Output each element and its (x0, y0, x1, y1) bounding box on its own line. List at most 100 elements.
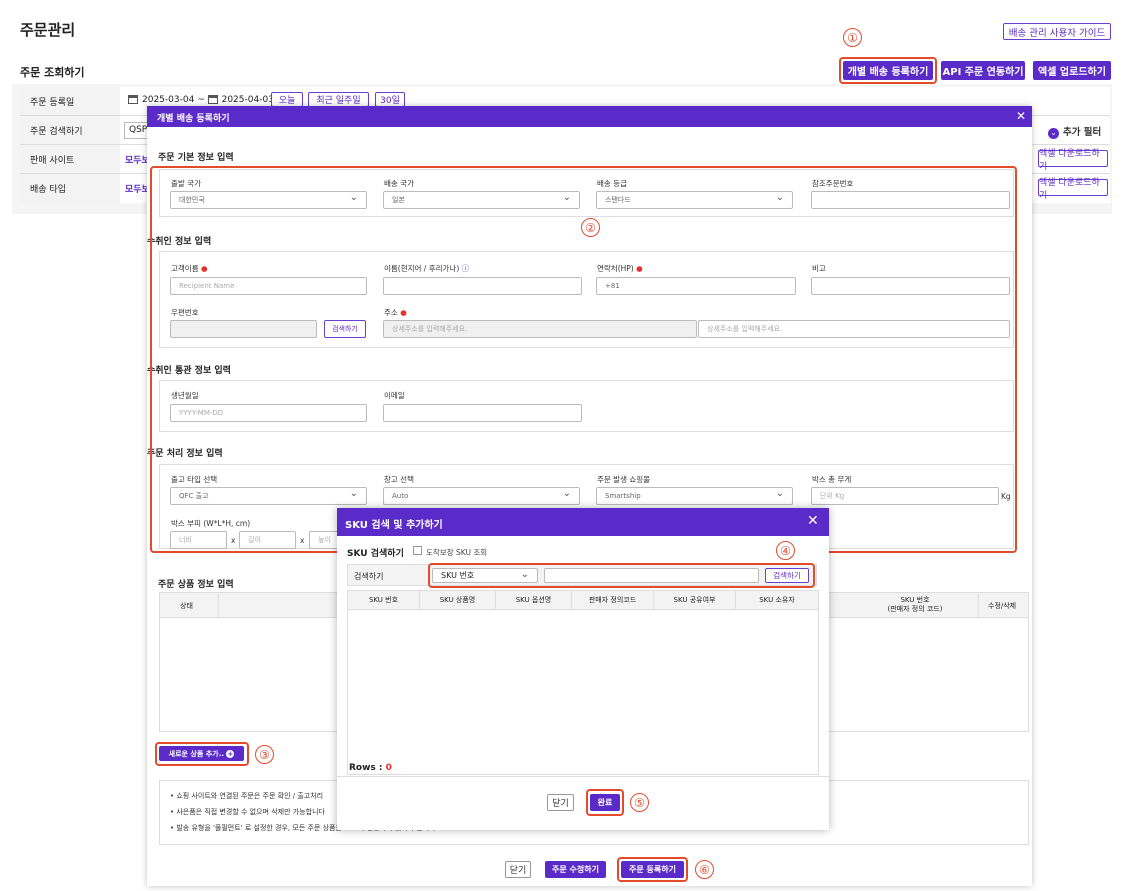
origin-select[interactable]: 대한민국 (170, 191, 367, 209)
weight-label: 박스 총 무게 (812, 475, 852, 484)
phone-input[interactable]: +81 (596, 277, 796, 295)
download-button[interactable]: 엑셀 다운로드하기 (1038, 178, 1108, 201)
out-type-select[interactable]: QFC 출고 (170, 487, 367, 505)
memo-input[interactable] (811, 277, 1010, 295)
search-label: 주문 검색하기 (20, 116, 120, 144)
products-section-title: 주문 상품 정보 입력 (158, 580, 234, 590)
x-sep: x (300, 536, 305, 545)
chevron-down-icon: ⌄ (1048, 128, 1059, 139)
grade-select[interactable]: 스탠다드 (596, 191, 793, 209)
sku-col-owner: SKU 소유자 (759, 596, 795, 604)
note-2: • 사은품은 직접 변경할 수 없으며 삭제만 가능합니다 (170, 808, 325, 816)
site-label: 판매 사이트 (20, 145, 120, 173)
marker-1: ① (843, 28, 862, 47)
col-divider (218, 593, 219, 618)
shop-label: 주문 발생 쇼핑몰 (597, 475, 651, 484)
warehouse-label: 창고 선택 (384, 475, 414, 484)
birth-input[interactable]: YYYY-MM-DD (170, 404, 367, 422)
memo-label: 비고 (812, 264, 826, 273)
birth-label: 생년월일 (171, 391, 199, 400)
note-1: • 쇼핑 사이트와 연결된 주문은 주문 확인 / 출고처리 (170, 792, 324, 800)
extra-filter[interactable]: ⌄ 추가 필터 (1048, 124, 1101, 139)
col-edit: 수정/삭제 (988, 602, 1017, 610)
calendar-icon (207, 95, 218, 104)
api-order-button[interactable]: API 주문 연동하기 (941, 61, 1025, 80)
marker-2: ② (581, 218, 600, 237)
col-status: 상태 (180, 602, 193, 610)
dest-select[interactable]: 일본 (383, 191, 580, 209)
sku-table: SKU 번호 SKU 상품명 SKU 옵션명 판매자 정의코드 SKU 공유여부… (347, 590, 819, 775)
name-input[interactable]: Recipient Name (170, 277, 367, 295)
local-name-input[interactable] (383, 277, 582, 295)
register-order-button[interactable]: 주문 등록하기 (621, 861, 684, 878)
register-shipment-button[interactable]: 개별 배송 등록하기 (843, 61, 933, 80)
address-input-2[interactable]: 상세주소를 입력해주세요. (698, 320, 1010, 338)
page-title: 주문관리 (20, 21, 76, 39)
sku-footer-divider (337, 776, 829, 777)
close-icon[interactable]: ✕ (807, 513, 819, 529)
plus-icon: + (226, 749, 235, 758)
date-label: 주문 등록일 (20, 87, 120, 115)
type-label: 배송 타입 (20, 174, 120, 203)
calendar-icon (128, 95, 138, 104)
date-range[interactable]: 2025-03-04 ~ 2025-04-03 (128, 95, 274, 105)
sku-title: SKU 검색 및 추가하기 (345, 520, 443, 531)
origin-label: 출발 국가 (171, 179, 201, 188)
recipient-section-title: 수취인 정보 입력 (147, 237, 212, 247)
grade-label: 배송 등급 (597, 179, 627, 188)
guide-button[interactable]: 배송 관리 사용자 가이드 (1003, 23, 1111, 40)
phone-label: 연락처(HP) ● (597, 264, 643, 273)
local-name-label: 이름(현지어 / 후리가나) ⓘ (384, 264, 470, 273)
today-button[interactable]: 오늘 (271, 92, 303, 107)
close-icon[interactable]: ✕ (1016, 109, 1026, 123)
week-button[interactable]: 최근 일주일 (308, 92, 369, 107)
info-icon[interactable]: ⓘ (462, 264, 470, 273)
out-type-label: 출고 타입 선택 (171, 475, 218, 484)
download-button[interactable]: 엑셀 다운로드하기 (1038, 149, 1108, 172)
address-input-1: 상세주소를 입력해주세요. (383, 320, 697, 338)
sku-search-input[interactable] (544, 568, 759, 583)
process-section-title: 주문 처리 정보 입력 (147, 449, 223, 459)
sku-search-select[interactable]: SKU 번호 (432, 568, 538, 583)
customs-section-title: 수취인 통관 정보 입력 (147, 366, 231, 376)
dest-label: 배송 국가 (384, 179, 414, 188)
email-input[interactable] (383, 404, 582, 422)
sku-col-code: 판매자 정의코드 (572, 591, 654, 609)
length-input[interactable]: 길이 (239, 531, 296, 549)
ref-label: 참조주문번호 (812, 179, 854, 188)
sku-search-button[interactable]: 검색하기 (765, 568, 809, 583)
sku-table-header: SKU 번호 SKU 상품명 SKU 옵션명 판매자 정의코드 SKU 공유여부… (348, 591, 818, 610)
rows-count: Rows : 0 (349, 763, 392, 773)
modal-close-button[interactable]: 닫기 (505, 861, 531, 878)
col-sku: SKU 번호 (판매자 정의 코드) (887, 596, 943, 613)
warehouse-select[interactable]: Auto (383, 487, 580, 505)
name-label: 고객이름 ● (171, 264, 208, 273)
weight-input[interactable]: 단위 Kg (811, 487, 999, 505)
add-product-button[interactable]: 새로운 상품 추가.. + (159, 746, 244, 761)
width-input[interactable]: 너비 (170, 531, 227, 549)
sku-col-option: SKU 옵션명 (496, 591, 572, 609)
sku-search-title: SKU 검색하기 (347, 549, 404, 559)
sku-done-button[interactable]: 완료 (590, 794, 620, 811)
month-button[interactable]: 30일 (375, 92, 405, 107)
excel-upload-button[interactable]: 엑셀 업로드하기 (1033, 61, 1111, 80)
col-divider (978, 593, 979, 618)
ref-input[interactable] (811, 191, 1010, 209)
guarantee-label: 도착보장 SKU 조회 (426, 548, 488, 557)
zip-input (170, 320, 317, 338)
edit-order-button[interactable]: 주문 수정하기 (545, 861, 606, 878)
marker-4: ④ (776, 541, 795, 560)
shop-select[interactable]: Smartship (596, 487, 793, 505)
sku-dialog: SKU 검색 및 추가하기 ✕ SKU 검색하기 도착보장 SKU 조회 검색하… (337, 508, 829, 830)
sku-search-label: 검색하기 (354, 572, 384, 581)
sku-close-button[interactable]: 닫기 (547, 794, 574, 811)
sku-col-number: SKU 번호 (348, 591, 420, 609)
address-label: 주소 ● (384, 308, 407, 317)
zip-search-button[interactable]: 검색하기 (324, 320, 366, 338)
guarantee-checkbox[interactable] (413, 546, 422, 555)
modal-title: 개별 배송 등록하기 (157, 114, 230, 124)
sku-col-name: SKU 상품명 (420, 591, 496, 609)
height-input[interactable]: 높이 (309, 531, 339, 549)
marker-5: ⑤ (630, 793, 649, 812)
section-title: 주문 조회하기 (20, 66, 85, 79)
